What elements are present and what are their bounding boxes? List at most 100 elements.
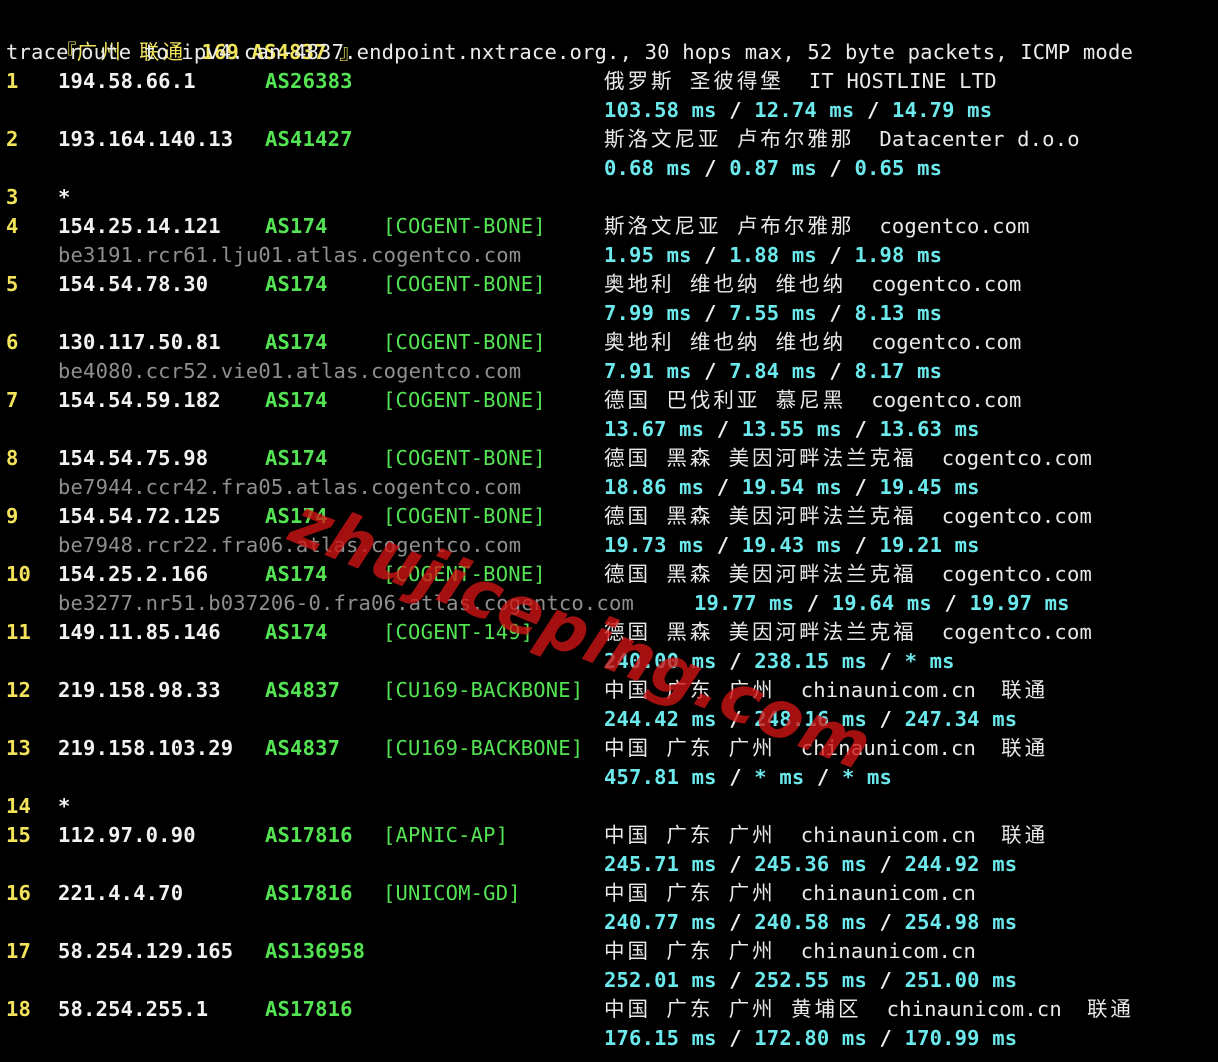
rtt-separator: / (794, 591, 832, 615)
hop-ip: 149.11.85.146 (58, 620, 221, 644)
hop-location: 奥地利 维也纳 维也纳 cogentco.com (604, 270, 1022, 299)
hop-location: 中国 广东 广州 chinaunicom.cn (604, 937, 976, 966)
rtt-value: 247.34 ms (904, 707, 1018, 731)
hop-asn: AS17816 (265, 997, 353, 1021)
hop-number: 9 (6, 504, 19, 528)
hop-rtt: 457.81 ms / * ms / * ms (604, 763, 892, 792)
rtt-value: 7.84 ms (729, 359, 817, 383)
hop-org: chinaunicom.cn (800, 736, 977, 760)
hop-geo: 德国 黑森 美因河畔法兰克福 (604, 620, 917, 644)
hop-asn: AS174 (265, 562, 328, 586)
hop-tag: [COGENT-BONE] (383, 330, 546, 354)
hop-tag: [CU169-BACKBONE] (383, 736, 584, 760)
rtt-value: 19.73 ms (604, 533, 705, 557)
hop-tag: [COGENT-BONE] (383, 446, 546, 470)
hop-rdns: be3191.rcr61.lju01.atlas.cogentco.com (58, 243, 522, 267)
hop-rtt: 7.99 ms / 7.55 ms / 8.13 ms (604, 299, 942, 328)
rtt-separator: / (804, 765, 842, 789)
rtt-value: 254.98 ms (904, 910, 1018, 934)
hop-org: cogentco.com (941, 620, 1092, 644)
rtt-separator: / (866, 910, 905, 934)
hop-org: chinaunicom.cn (800, 881, 977, 905)
rtt-value: 8.13 ms (854, 301, 943, 325)
hop-rdns: be3277.nr51.b037206-0.fra06.atlas.cogent… (58, 591, 635, 615)
hop-ip: 58.254.255.1 (58, 997, 209, 1021)
hop-number: 10 (6, 562, 32, 586)
rtt-separator: / (716, 765, 755, 789)
hop-isp: 联通 (1001, 736, 1049, 760)
hop-asn: AS174 (265, 214, 328, 238)
hop-org: cogentco.com (941, 446, 1092, 470)
hop-org: cogentco.com (941, 562, 1092, 586)
hop-number: 2 (6, 127, 19, 151)
hop-ip: 154.25.14.121 (58, 214, 221, 238)
rtt-separator: / (816, 243, 855, 267)
rtt-value: 7.55 ms (729, 301, 817, 325)
rtt-separator: / (716, 852, 755, 876)
hop-location: 德国 黑森 美因河畔法兰克福 cogentco.com (604, 560, 1092, 589)
hop-rtt: 244.42 ms / 248.16 ms / 247.34 ms (604, 705, 1017, 734)
hop-org: cogentco.com (871, 272, 1022, 296)
rtt-separator: / (691, 243, 730, 267)
hop-tag: [COGENT-BONE] (383, 388, 546, 412)
rtt-separator: / (854, 98, 893, 122)
rtt-value: 457.81 ms (604, 765, 717, 789)
hop-rtt: 252.01 ms / 252.55 ms / 251.00 ms (604, 966, 1017, 995)
rtt-separator: / (866, 968, 905, 992)
rtt-value: 245.36 ms (754, 852, 867, 876)
rtt-value: 103.58 ms (604, 98, 717, 122)
hop-asn: AS4837 (265, 736, 341, 760)
rtt-value: 13.55 ms (741, 417, 842, 441)
hop-rtt: 19.73 ms / 19.43 ms / 19.21 ms (604, 531, 980, 560)
rtt-value: 240.77 ms (604, 910, 717, 934)
rtt-separator: / (704, 417, 742, 441)
hop-number: 7 (6, 388, 19, 412)
hop-org: chinaunicom.cn (800, 939, 977, 963)
hop-location: 俄罗斯 圣彼得堡 IT HOSTLINE LTD (604, 67, 997, 96)
hop-tag: [COGENT-149] (383, 620, 534, 644)
hop-org: cogentco.com (879, 214, 1030, 238)
hop-asn: AS17816 (265, 881, 353, 905)
rtt-value: 19.64 ms (831, 591, 932, 615)
hop-ip: 154.54.78.30 (58, 272, 209, 296)
hop-number: 16 (6, 881, 32, 905)
hop-number: 4 (6, 214, 19, 238)
rtt-value: 172.80 ms (754, 1026, 867, 1050)
rtt-value: 252.01 ms (604, 968, 717, 992)
rtt-separator: / (704, 533, 742, 557)
hop-ip: 154.54.59.182 (58, 388, 221, 412)
rtt-value: 12.74 ms (754, 98, 855, 122)
hop-number: 12 (6, 678, 32, 702)
hop-geo: 斯洛文尼亚 卢布尔雅那 (604, 127, 855, 151)
hop-number: 17 (6, 939, 32, 963)
rtt-value: * ms (754, 765, 805, 789)
rtt-separator: / (841, 417, 880, 441)
terminal-window[interactable]: 『广州 联通 169 AS4837 』 traceroute to ipv4.c… (0, 0, 1218, 1062)
rtt-value: * ms (841, 765, 893, 789)
rtt-separator: / (866, 1026, 905, 1050)
hop-number: 11 (6, 620, 32, 644)
rtt-value: 176.15 ms (604, 1026, 717, 1050)
rtt-separator: / (704, 475, 742, 499)
rtt-value: 248.16 ms (754, 707, 867, 731)
hop-tag: [COGENT-BONE] (383, 272, 546, 296)
hop-org: Datacenter d.o.o (879, 127, 1080, 151)
rtt-separator: / (866, 707, 905, 731)
hop-rtt: 176.15 ms / 172.80 ms / 170.99 ms (604, 1024, 1017, 1053)
hop-location: 中国 广东 广州 chinaunicom.cn 联通 (604, 676, 1048, 705)
hop-geo: 奥地利 维也纳 维也纳 (604, 330, 847, 354)
hop-org: chinaunicom.cn (800, 823, 977, 847)
rtt-value: 245.71 ms (604, 852, 717, 876)
hop-rtt: 245.71 ms / 245.36 ms / 244.92 ms (604, 850, 1017, 879)
hop-ip: 219.158.98.33 (58, 678, 221, 702)
hop-location: 中国 广东 广州 chinaunicom.cn 联通 (604, 734, 1048, 763)
rtt-value: 19.21 ms (879, 533, 980, 557)
hop-number: 1 (6, 69, 19, 93)
hop-location: 斯洛文尼亚 卢布尔雅那 cogentco.com (604, 212, 1030, 241)
rtt-value: 240.00 ms (604, 649, 717, 673)
rtt-separator: / (816, 156, 855, 180)
rtt-value: 252.55 ms (754, 968, 867, 992)
hop-asn: AS174 (265, 504, 328, 528)
rtt-value: 240.58 ms (754, 910, 867, 934)
hop-geo: 中国 广东 广州 (604, 678, 776, 702)
